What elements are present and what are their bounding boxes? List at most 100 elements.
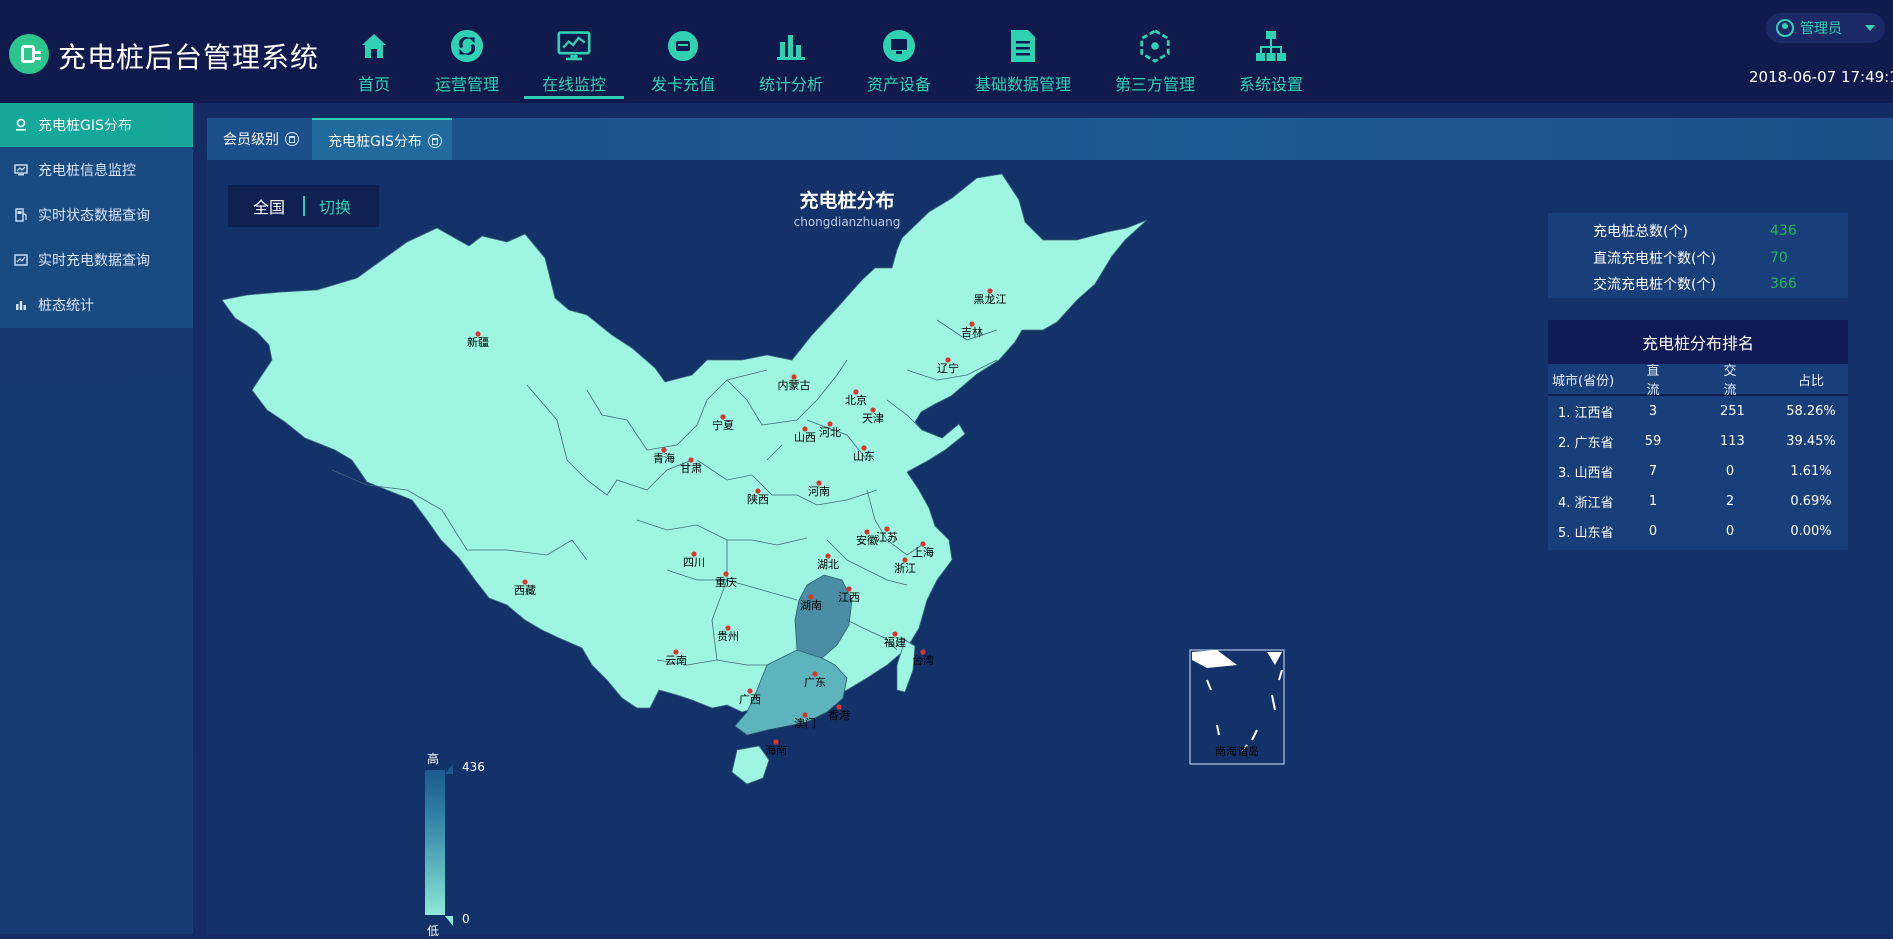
province-marker[interactable]: [825, 553, 831, 559]
province-marker[interactable]: [802, 426, 808, 432]
province-label: 江苏: [876, 531, 898, 544]
table-row: 3. 山西省 7 0 1.61%: [1548, 456, 1848, 486]
nav-item-system-settings[interactable]: 系统设置: [1239, 28, 1303, 103]
province-label: 河南: [808, 485, 830, 498]
nav-item-assets[interactable]: 资产设备: [867, 28, 931, 103]
sidebar-item-gis-distribution[interactable]: 充电桩GIS分布: [0, 103, 193, 147]
nav-item-third-party[interactable]: 第三方管理: [1115, 28, 1195, 103]
user-menu[interactable]: 管理员: [1766, 13, 1885, 43]
main-content: 全国 切换 南海诸岛 新疆 西藏 青海 甘肃 内蒙古 黑龙江 吉林 辽宁 北京 …: [207, 160, 1893, 938]
province-marker[interactable]: [475, 331, 481, 337]
nav-label: 资产设备: [867, 75, 932, 94]
ranking-title: 充电桩分布排名: [1548, 320, 1848, 364]
province-label: 福建: [884, 635, 906, 649]
province-label: 内蒙古: [778, 378, 811, 392]
sidebar-item-status-statistics[interactable]: 桩态统计: [0, 283, 193, 327]
province-marker[interactable]: [755, 488, 761, 494]
user-icon: [1776, 19, 1794, 37]
province-marker[interactable]: [920, 649, 926, 655]
province-marker[interactable]: [673, 649, 679, 655]
chart-icon: [14, 253, 28, 267]
legend-low-label: 低: [427, 924, 440, 938]
user-name: 管理员: [1800, 21, 1842, 37]
province-marker[interactable]: [747, 688, 753, 694]
stats-panel: 充电桩总数(个) 436 直流充电桩个数(个) 70 交流充电桩个数(个) 36…: [1548, 213, 1848, 298]
province-marker[interactable]: [812, 671, 818, 677]
legend-min-value: 0: [462, 912, 470, 926]
nav-item-home[interactable]: 首页: [357, 28, 391, 103]
nav-label: 统计分析: [759, 75, 824, 94]
province-marker[interactable]: [791, 374, 797, 380]
cell-dc: 7: [1648, 463, 1658, 479]
tab-gis-distribution[interactable]: 充电桩GIS分布: [312, 118, 452, 162]
stat-dc: 直流充电桩个数(个) 70: [1548, 244, 1848, 272]
location-icon: [14, 118, 28, 132]
province-label: 浙江: [894, 562, 916, 575]
sidebar-item-info-monitoring[interactable]: 充电桩信息监控: [0, 148, 193, 192]
province-marker[interactable]: [884, 526, 890, 532]
nav-item-statistics[interactable]: 统计分析: [759, 28, 823, 103]
province-marker[interactable]: [816, 480, 822, 486]
sidebar-item-realtime-status[interactable]: 实时状态数据查询: [0, 193, 193, 237]
province-marker[interactable]: [864, 529, 870, 535]
province-marker[interactable]: [945, 357, 951, 363]
stat-value: 436: [1770, 223, 1797, 239]
province-marker[interactable]: [902, 557, 908, 563]
province-marker[interactable]: [853, 389, 859, 395]
china-map[interactable]: 南海诸岛 新疆西藏 青海甘肃 内蒙古 黑龙江吉林辽宁北京天津河北山西 宁夏陕西 山东河南四…: [207, 160, 1537, 934]
cell-city: 5. 山东省: [1558, 525, 1614, 541]
province-marker[interactable]: [827, 421, 833, 427]
legend-handle-top[interactable]: [445, 764, 453, 774]
cell-ac: 113: [1720, 433, 1745, 449]
fuel-icon: [14, 208, 28, 222]
province-marker[interactable]: [661, 447, 667, 453]
tab-member-level[interactable]: 会员级别: [223, 118, 299, 160]
province-marker[interactable]: [987, 288, 993, 294]
tab-label: 充电桩GIS分布: [328, 134, 422, 150]
province-label: 宁夏: [712, 418, 734, 432]
sidebar: 充电桩GIS分布 充电桩信息监控 实时状态数据查询 实时充电数据查询 桩态统计: [0, 103, 193, 934]
nav-item-online-monitoring[interactable]: 在线监控: [523, 28, 625, 103]
nav-item-basic-data[interactable]: 基础数据管理: [975, 28, 1071, 103]
sidebar-item-label: 充电桩GIS分布: [38, 118, 132, 134]
province-marker[interactable]: [522, 579, 528, 585]
cell-ac: 0: [1725, 463, 1735, 479]
tab-label: 会员级别: [223, 132, 279, 148]
close-icon[interactable]: [427, 134, 442, 148]
province-marker[interactable]: [688, 457, 694, 463]
nav-label: 首页: [357, 75, 390, 94]
province-marker[interactable]: [969, 321, 975, 327]
province-label: 新疆: [467, 335, 489, 349]
province-marker[interactable]: [846, 586, 852, 592]
province-marker[interactable]: [836, 704, 842, 710]
nav-item-card-recharge[interactable]: 发卡充值: [651, 28, 715, 103]
sidebar-menu: 充电桩GIS分布 充电桩信息监控 实时状态数据查询 实时充电数据查询 桩态统计: [0, 103, 193, 328]
sidebar-item-realtime-charging[interactable]: 实时充电数据查询: [0, 238, 193, 282]
province-marker[interactable]: [720, 414, 726, 420]
province-marker[interactable]: [808, 594, 814, 600]
province-label: 辽宁: [937, 361, 959, 375]
province-marker[interactable]: [892, 631, 898, 637]
province-marker[interactable]: [725, 625, 731, 631]
province-label: 甘肃: [680, 462, 702, 475]
province-marker[interactable]: [870, 407, 876, 413]
color-scale-bar[interactable]: [425, 770, 445, 915]
province-label: 香港: [828, 709, 850, 722]
legend-handle-bottom[interactable]: [445, 916, 453, 926]
province-marker[interactable]: [723, 571, 729, 577]
province-marker[interactable]: [773, 739, 779, 745]
province-label: 河北: [819, 426, 841, 439]
province-marker[interactable]: [920, 541, 926, 547]
table-row: 5. 山东省 0 0 0.00%: [1548, 516, 1848, 546]
close-icon[interactable]: [285, 132, 299, 146]
nav-item-operations[interactable]: 运营管理: [435, 28, 499, 103]
province-marker[interactable]: [691, 551, 697, 557]
cell-city: 1. 江西省: [1558, 405, 1614, 421]
stat-label: 直流充电桩个数(个): [1593, 251, 1716, 267]
province-marker[interactable]: [802, 712, 808, 718]
province-marker[interactable]: [861, 445, 867, 451]
legend-high-label: 高: [427, 752, 440, 766]
stat-ac: 交流充电桩个数(个) 366: [1548, 270, 1848, 298]
bar-chart-icon: [774, 28, 808, 64]
col-header: 直流: [1646, 364, 1660, 398]
